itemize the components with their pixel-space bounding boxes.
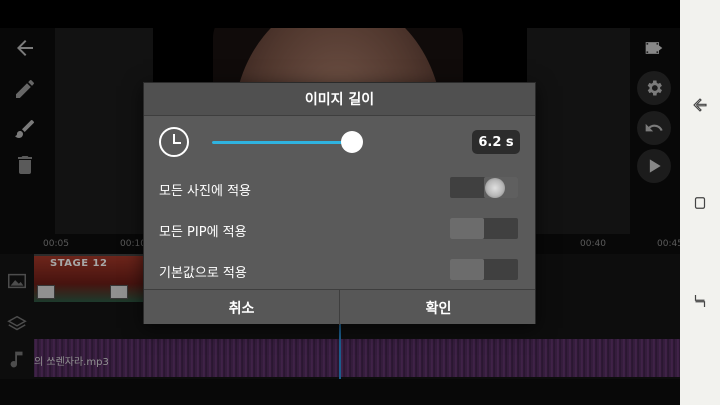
slider-fill — [212, 141, 352, 144]
toggle-knob — [450, 259, 484, 280]
toggle-apply-all-pip[interactable] — [450, 218, 518, 239]
toggle-knob — [450, 218, 484, 239]
cancel-button[interactable]: 취소 — [144, 290, 340, 325]
dialog-title: 이미지 길이 — [144, 83, 535, 116]
duration-value: 6.2 s — [472, 130, 520, 154]
nav-home-icon[interactable] — [688, 191, 712, 215]
android-nav-bar — [680, 0, 720, 405]
nav-recents-icon[interactable] — [688, 289, 712, 313]
toggle-apply-all-photos[interactable] — [450, 177, 518, 198]
nav-back-icon[interactable] — [688, 93, 712, 117]
option-label: 기본값으로 적용 — [159, 266, 247, 281]
option-label: 모든 사진에 적용 — [159, 184, 251, 199]
clock-icon — [159, 127, 189, 157]
option-label: 모든 PIP에 적용 — [159, 225, 247, 240]
ok-button[interactable]: 확인 — [341, 290, 536, 325]
editor-screen: 00:05 00:10 00:40 00:45 STAGE 12 의 쏘렌자라.… — [0, 0, 680, 405]
toggle-ripple — [485, 178, 505, 198]
option-apply-as-default[interactable]: 기본값으로 적용 — [144, 255, 535, 285]
option-apply-all-photos[interactable]: 모든 사진에 적용 — [144, 173, 535, 203]
dialog-button-bar: 취소 확인 — [144, 289, 536, 325]
slider-thumb[interactable] — [340, 131, 363, 153]
image-duration-dialog: 이미지 길이 6.2 s 모든 사진에 적용 모든 PIP에 적용 기본값으로 — [143, 82, 536, 325]
option-apply-all-pip[interactable]: 모든 PIP에 적용 — [144, 214, 535, 244]
toggle-apply-as-default[interactable] — [450, 259, 518, 280]
duration-slider[interactable] — [212, 130, 363, 154]
